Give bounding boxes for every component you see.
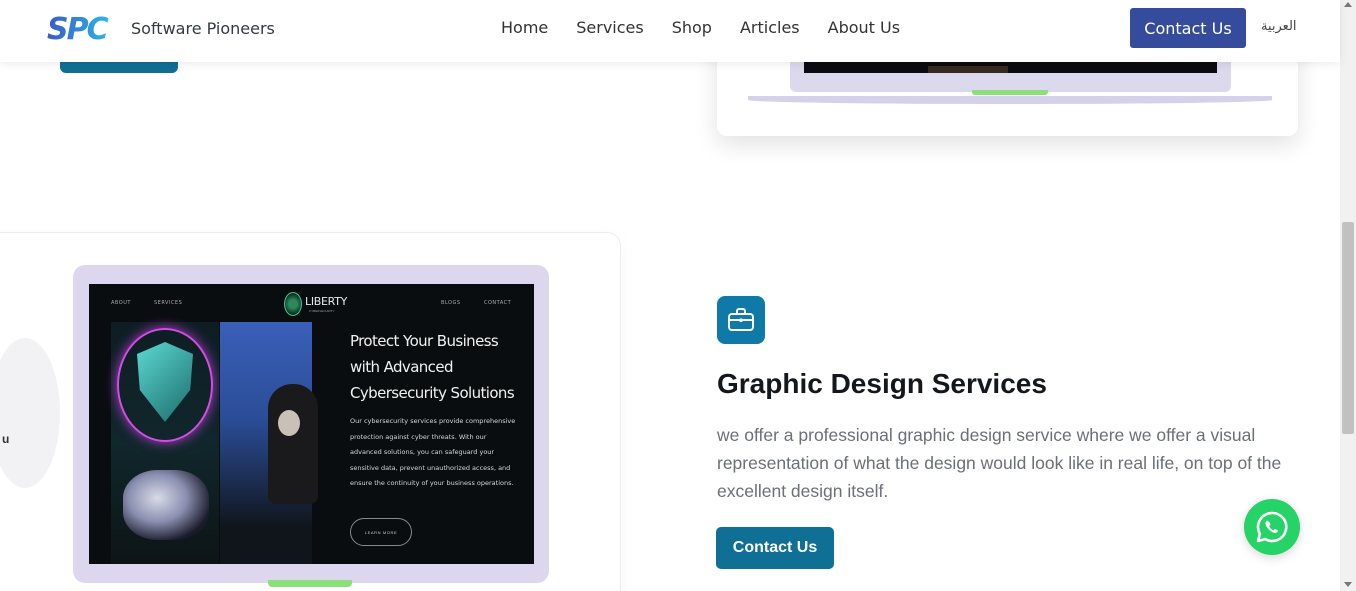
logo-icon[interactable]: SPC [46, 12, 124, 44]
scroll-down-arrow-icon[interactable] [1344, 582, 1352, 587]
screen-nav-blogs: BLOGS [441, 300, 461, 306]
page: SPC Software Pioneers Home Services Shop… [0, 0, 1356, 591]
nav-home[interactable]: Home [501, 18, 548, 37]
nav-shop[interactable]: Shop [672, 18, 712, 37]
briefcase-icon [728, 308, 754, 331]
screen-hero-body: Our cybersecurity services provide compr… [350, 417, 516, 487]
service-icon-badge [717, 296, 765, 344]
nav-services[interactable]: Services [576, 18, 643, 37]
hacker-figure [268, 384, 318, 504]
card-side-text: u [2, 432, 10, 446]
nav-articles[interactable]: Articles [740, 18, 800, 37]
laptop-notch [268, 580, 352, 587]
language-switch[interactable]: العربية [1261, 19, 1297, 34]
screen-hero-title: Protect Your Business with Advanced Cybe… [350, 332, 515, 402]
screen-hacker-image [220, 322, 318, 564]
site-header: SPC Software Pioneers Home Services Shop… [0, 0, 1340, 62]
screen-shield-image [111, 322, 219, 564]
previous-laptop-screen-detail [928, 66, 1008, 73]
screen-logo-subtext: CYBERSECURITY [309, 309, 335, 313]
svg-text:SPC: SPC [47, 12, 109, 44]
robot-hand-image [123, 470, 209, 540]
scroll-up-arrow-icon[interactable] [1344, 2, 1352, 7]
nav-about-us[interactable]: About Us [828, 18, 900, 37]
screen-nav-contact: CONTACT [484, 300, 512, 306]
scrollbar-thumb[interactable] [1342, 222, 1354, 434]
hacker-mask [278, 410, 300, 436]
page-scrollbar[interactable] [1340, 0, 1356, 591]
service-title: Graphic Design Services [717, 368, 1047, 399]
brand-name[interactable]: Software Pioneers [131, 19, 275, 38]
main-nav: Home Services Shop Articles About Us [501, 18, 928, 37]
header-contact-button[interactable]: Contact Us [1130, 8, 1246, 48]
laptop-screen: ABOUT SERVICES BLOGS CONTACT LIBERTY CYB… [89, 284, 534, 564]
screen-nav-services: SERVICES [154, 300, 183, 306]
whatsapp-icon [1256, 511, 1288, 543]
service-description: we offer a professional graphic design s… [717, 425, 1282, 501]
screen-learn-more-button: LEARN MORE [350, 518, 412, 546]
screen-logo-text: LIBERTY [305, 295, 348, 308]
previous-laptop-base [748, 96, 1272, 104]
liberty-logo-icon [284, 292, 302, 316]
previous-laptop-notch [972, 90, 1048, 95]
whatsapp-button[interactable] [1244, 499, 1300, 555]
service-contact-button[interactable]: Contact Us [716, 527, 834, 569]
screen-nav-about: ABOUT [111, 300, 131, 306]
